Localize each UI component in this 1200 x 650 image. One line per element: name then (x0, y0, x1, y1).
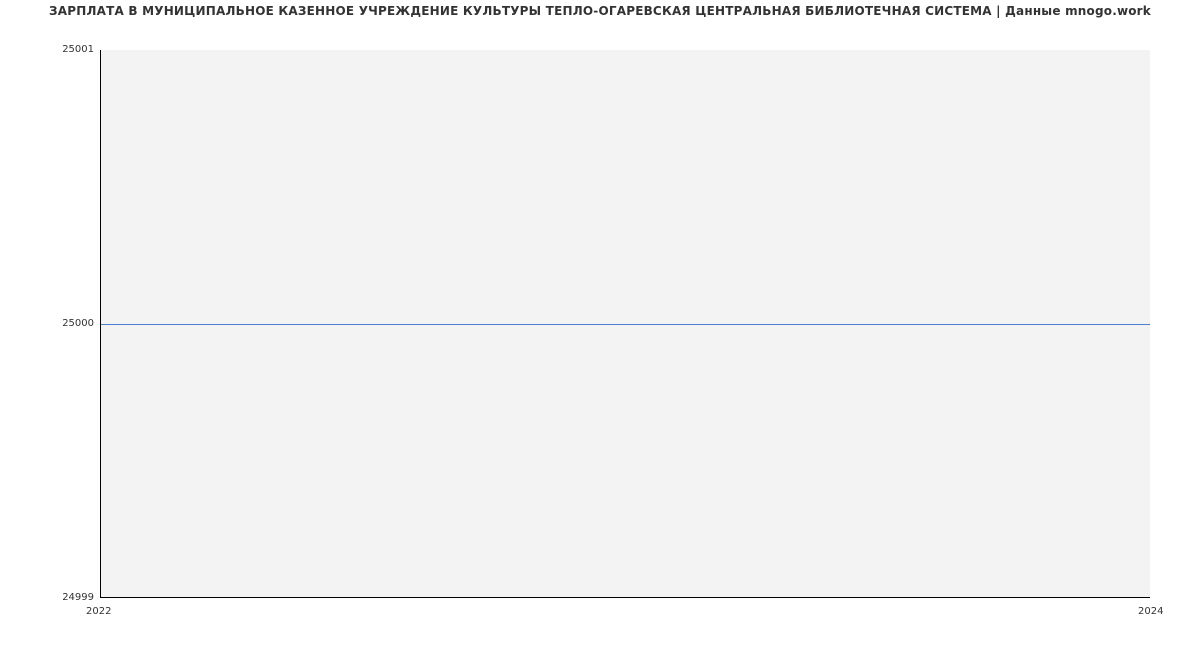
y-tick-label: 25000 (4, 318, 94, 329)
x-tick-label: 2024 (1138, 606, 1163, 617)
chart-container: ЗАРПЛАТА В МУНИЦИПАЛЬНОЕ КАЗЕННОЕ УЧРЕЖД… (0, 0, 1200, 650)
y-tick-label: 25001 (4, 44, 94, 55)
data-line-salary (101, 324, 1150, 325)
x-tick-label: 2022 (86, 606, 111, 617)
chart-title: ЗАРПЛАТА В МУНИЦИПАЛЬНОЕ КАЗЕННОЕ УЧРЕЖД… (0, 4, 1200, 18)
y-tick-label: 24999 (4, 592, 94, 603)
plot-area (100, 50, 1150, 598)
